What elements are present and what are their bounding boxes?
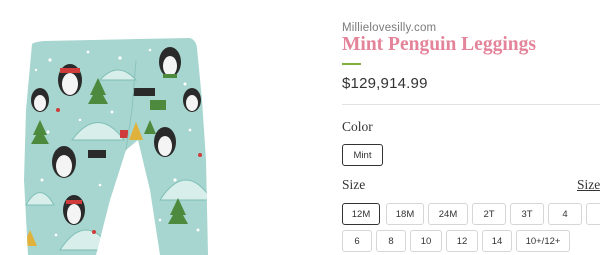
size-option[interactable]: 18M — [386, 203, 424, 225]
product-title: Mint Penguin Leggings — [342, 34, 536, 55]
product-image[interactable] — [0, 0, 240, 255]
title-underline — [342, 63, 361, 65]
divider — [342, 104, 600, 105]
product-price: $129,914.99 — [342, 75, 428, 92]
color-option[interactable]: Mint — [342, 144, 383, 166]
leggings-illustration — [24, 38, 208, 255]
size-option[interactable]: 10 — [410, 230, 442, 252]
size-option[interactable]: 2T — [472, 203, 506, 225]
size-option[interactable]: 24M — [428, 203, 468, 225]
size-option[interactable]: 12M — [342, 203, 380, 225]
size-option[interactable]: 14 — [482, 230, 512, 252]
size-guide-link[interactable]: Size — [577, 177, 600, 193]
brand-name[interactable]: Millielovesilly.com — [342, 22, 436, 34]
size-option[interactable]: 10+/12+ — [516, 230, 570, 252]
size-option[interactable]: 8 — [376, 230, 406, 252]
size-option[interactable]: 12 — [446, 230, 478, 252]
size-option[interactable]: 4 — [548, 203, 582, 225]
size-label: Size — [342, 177, 366, 192]
product-info: Millielovesilly.com Mint Penguin Legging… — [342, 0, 600, 255]
size-option[interactable]: 5 — [586, 203, 600, 225]
color-label: Color — [342, 119, 373, 134]
size-option[interactable]: 6 — [342, 230, 372, 252]
size-option[interactable]: 3T — [510, 203, 544, 225]
